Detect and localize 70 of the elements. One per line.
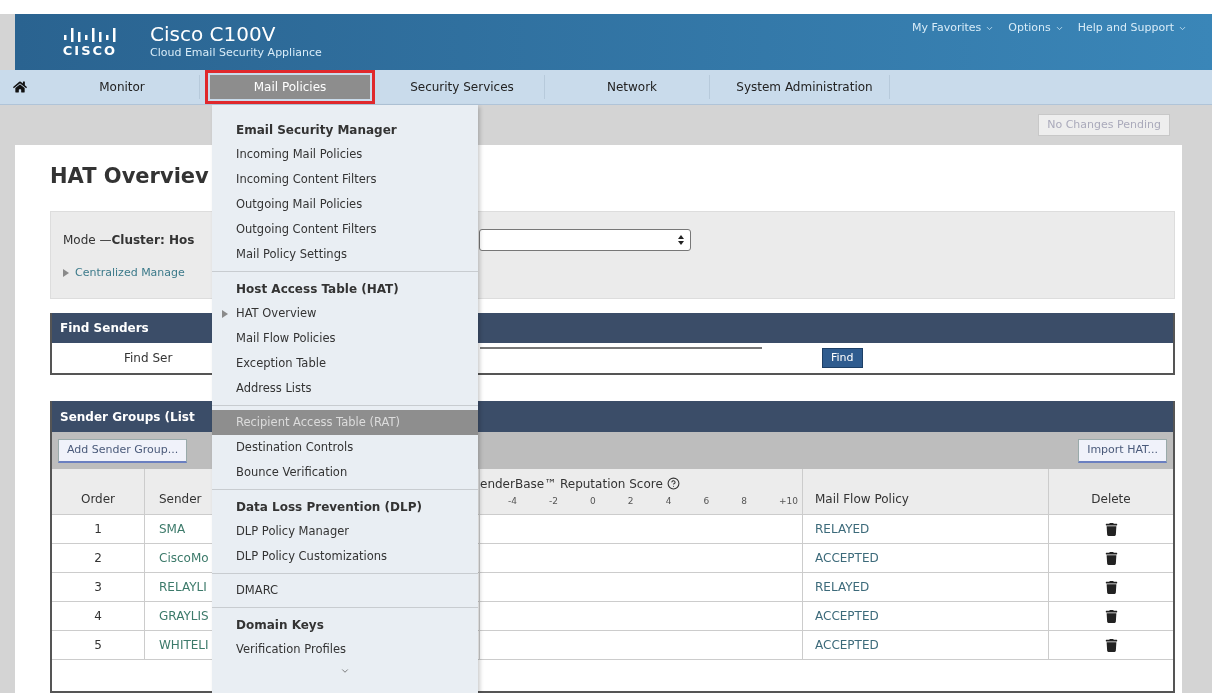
menu-item[interactable]: Verification Profiles bbox=[212, 637, 478, 662]
mail-flow-policy-link[interactable]: RELAYED bbox=[803, 573, 1049, 602]
menu-item[interactable]: DLP Policy Customizations bbox=[212, 544, 478, 569]
menu-item[interactable]: DLP Policy Manager bbox=[212, 519, 478, 544]
logo-bars-icon bbox=[64, 27, 116, 42]
order-cell: 1 bbox=[52, 515, 145, 544]
column-header: Delete bbox=[1049, 469, 1173, 515]
product-subtitle: Cloud Email Security Appliance bbox=[150, 44, 322, 61]
delete-icon[interactable] bbox=[1104, 522, 1118, 536]
nav-tab[interactable]: System Administration bbox=[720, 75, 890, 99]
header-menu-link[interactable]: Help and Support bbox=[1077, 20, 1187, 37]
order-cell: 4 bbox=[52, 602, 145, 631]
logo-text: CISCO bbox=[62, 43, 118, 57]
panel-title: Sender Groups (List bbox=[60, 408, 195, 426]
order-cell: 2 bbox=[52, 544, 145, 573]
menu-section-heading: Email Security Manager bbox=[235, 121, 398, 139]
menu-item[interactable]: Outgoing Content Filters bbox=[212, 217, 478, 242]
centralized-management-link[interactable]: Centralized Manage bbox=[63, 264, 1162, 282]
home-icon[interactable] bbox=[13, 80, 27, 94]
panel-title: Find Senders bbox=[60, 320, 149, 337]
page-title: HAT Overviev bbox=[50, 163, 209, 190]
menu-item[interactable]: Exception Table bbox=[212, 351, 478, 376]
order-cell: 3 bbox=[52, 573, 145, 602]
column-header: Order bbox=[52, 469, 145, 515]
cluster-select[interactable] bbox=[479, 228, 691, 251]
delete-icon[interactable] bbox=[1104, 609, 1118, 623]
mail-flow-policy-link[interactable]: ACCEPTED bbox=[803, 631, 1049, 660]
find-senders-label: Find Ser bbox=[124, 351, 173, 365]
menu-item[interactable]: Mail Policy Settings bbox=[212, 242, 478, 267]
menu-section-heading: Domain Keys bbox=[235, 616, 325, 634]
mode-label: Mode —Cluster: Hos bbox=[63, 231, 196, 249]
menu-item[interactable]: Incoming Mail Policies bbox=[212, 142, 478, 167]
add-sender-group-button[interactable]: Add Sender Group... bbox=[58, 438, 188, 463]
score-tick-label: -2 bbox=[549, 494, 558, 508]
header-menu-link[interactable]: My Favorites bbox=[912, 20, 995, 37]
score-tick-label: 2 bbox=[627, 494, 634, 508]
mail-flow-policy-link[interactable]: RELAYED bbox=[803, 515, 1049, 544]
score-tick-label: 8 bbox=[741, 494, 747, 508]
expand-icon bbox=[63, 269, 69, 277]
select-arrows-icon bbox=[678, 234, 684, 245]
header-menu-link[interactable]: Options bbox=[1008, 20, 1064, 37]
score-tick-label: 6 bbox=[703, 494, 710, 508]
menu-section-heading: Data Loss Prevention (DLP) bbox=[235, 498, 423, 516]
delete-icon[interactable] bbox=[1104, 638, 1118, 652]
order-cell: 5 bbox=[52, 631, 145, 660]
nav-tab[interactable]: Network bbox=[555, 75, 710, 99]
nav-tab[interactable]: Security Services bbox=[380, 75, 545, 99]
mail-flow-policy-link[interactable]: ACCEPTED bbox=[803, 602, 1049, 631]
score-tick-label: 4 bbox=[665, 494, 672, 508]
menu-item[interactable]: Outgoing Mail Policies bbox=[212, 192, 478, 217]
nav-tab[interactable]: Monitor bbox=[45, 75, 200, 99]
score-tick-label: -4 bbox=[508, 494, 517, 508]
column-header: enderBase™ Reputation Score bbox=[480, 475, 663, 493]
find-button[interactable]: Find bbox=[822, 348, 863, 368]
import-hat-button[interactable]: Import HAT... bbox=[1078, 438, 1167, 463]
column-header: Mail Flow Policy bbox=[803, 469, 1049, 515]
help-icon[interactable] bbox=[666, 477, 680, 491]
menu-item[interactable]: Mail Flow Policies bbox=[212, 326, 478, 351]
score-tick-label: 0 bbox=[590, 494, 596, 508]
delete-icon[interactable] bbox=[1104, 551, 1118, 565]
delete-icon[interactable] bbox=[1104, 580, 1118, 594]
menu-item[interactable]: Incoming Content Filters bbox=[212, 167, 478, 192]
menu-item[interactable]: Address Lists bbox=[212, 376, 478, 401]
product-name: Cisco C100V bbox=[150, 22, 277, 45]
mail-flow-policy-link[interactable]: ACCEPTED bbox=[803, 544, 1049, 573]
score-tick-label: +10 bbox=[778, 494, 798, 508]
menu-item[interactable]: Destination Controls bbox=[212, 435, 478, 460]
menu-item[interactable]: HAT Overview bbox=[212, 301, 478, 326]
menu-section-heading: Host Access Table (HAT) bbox=[235, 280, 400, 298]
menu-item[interactable]: DMARC bbox=[212, 578, 478, 603]
